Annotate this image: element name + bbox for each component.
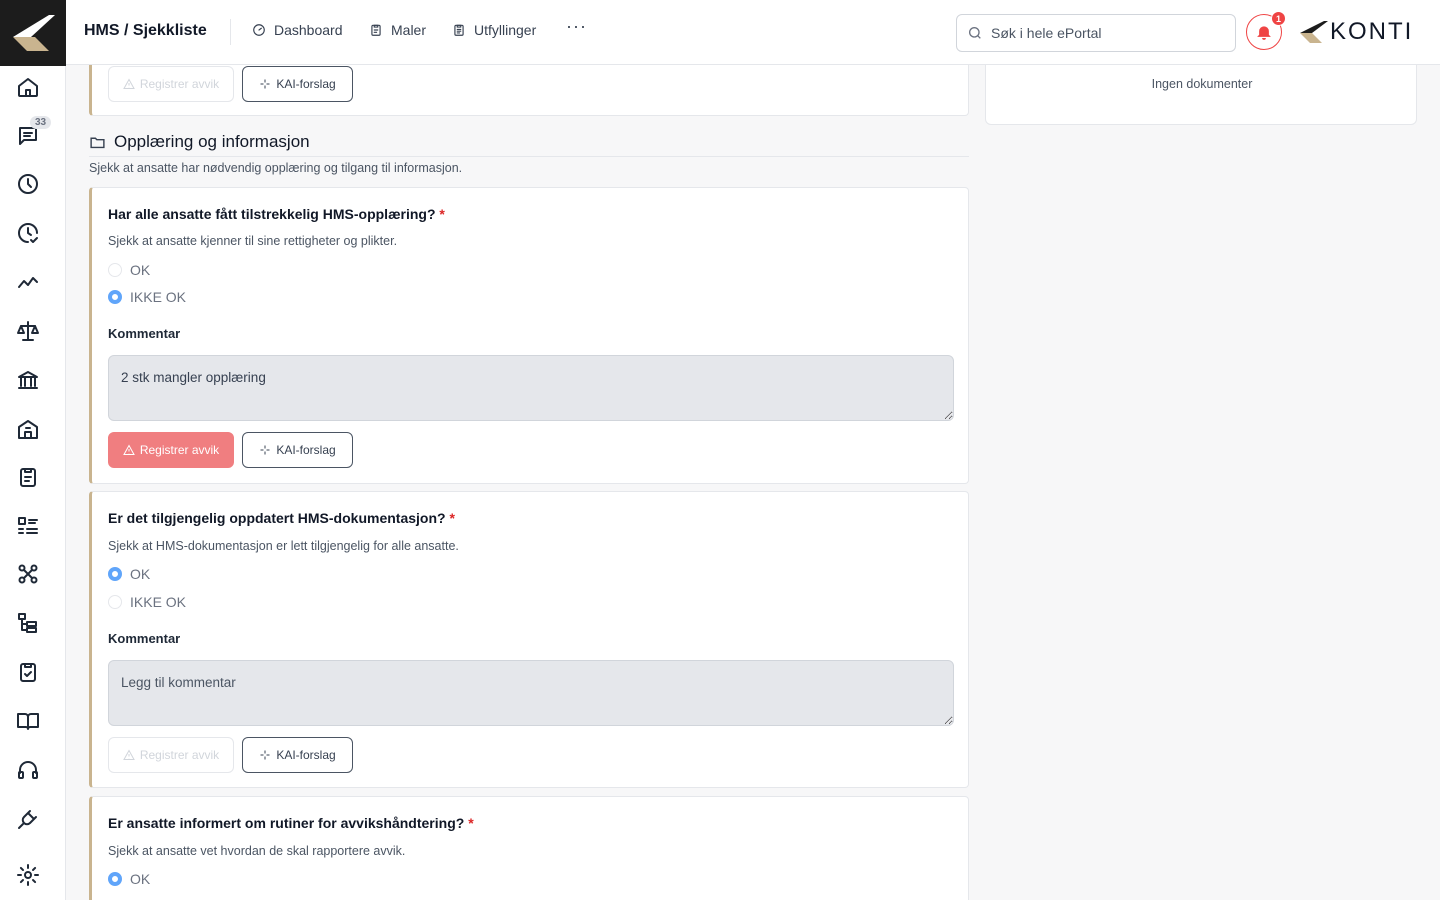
register-deviation-button[interactable]: Registrer avvik <box>108 66 234 102</box>
kai-suggestion-button[interactable]: KAI-forslag <box>242 737 353 773</box>
clipboard-icon[interactable] <box>15 464 41 490</box>
sparkle-icon <box>260 445 270 455</box>
building-icon[interactable] <box>15 416 41 442</box>
register-deviation-button[interactable]: Registrer avvik <box>108 737 234 773</box>
nav-maler[interactable]: Maler <box>369 22 426 38</box>
option-ok[interactable]: OK <box>108 262 150 278</box>
question-card: Er det tilgjengelig oppdatert HMS-dokume… <box>89 491 969 788</box>
sidebar: 33 <box>0 0 66 900</box>
home-icon[interactable] <box>15 74 41 100</box>
section-title: Opplæring og informasjon <box>89 132 310 152</box>
option-not-ok[interactable]: IKKE OK <box>108 289 186 305</box>
documents-empty-text: Ingen dokumenter <box>1151 77 1253 91</box>
question-title: Har alle ansatte fått tilstrekkelig HMS-… <box>108 206 445 222</box>
radio-not-ok-selected[interactable] <box>108 290 122 304</box>
gauge-icon <box>253 24 265 36</box>
search-icon <box>969 27 981 39</box>
konti-logo-icon <box>13 15 55 51</box>
register-deviation-button[interactable]: Registrer avvik <box>108 432 234 468</box>
comment-textarea[interactable] <box>108 660 954 726</box>
option-ok[interactable]: OK <box>108 871 150 887</box>
network-icon[interactable] <box>15 561 41 587</box>
app-logo[interactable] <box>0 0 66 66</box>
warning-icon <box>122 749 135 760</box>
comment-label: Kommentar <box>108 631 181 646</box>
bank-icon[interactable] <box>15 367 41 393</box>
sparkle-icon <box>260 750 270 760</box>
clipboard-icon <box>371 24 381 36</box>
tree-icon[interactable] <box>15 610 41 636</box>
konti-brand-icon <box>1300 21 1328 43</box>
clipboard-check-icon[interactable] <box>15 659 41 685</box>
clock-icon[interactable] <box>15 171 41 197</box>
search-input[interactable] <box>991 25 1221 41</box>
breadcrumb[interactable]: HMS / Sjekkliste <box>84 22 207 40</box>
question-card: Er ansatte informert om rutiner for avvi… <box>89 796 969 900</box>
folder-icon <box>90 137 105 148</box>
comment-textarea[interactable]: 2 stk mangler opplæring <box>108 355 954 421</box>
brand-logo: KONTI <box>1298 18 1413 46</box>
comment-label: Kommentar <box>108 326 181 341</box>
header-divider <box>230 19 231 45</box>
question-title: Er det tilgjengelig oppdatert HMS-dokume… <box>108 510 455 526</box>
question-subtitle: Sjekk at HMS-dokumentasjon er lett tilgj… <box>108 539 459 553</box>
settings-icon[interactable] <box>15 862 41 888</box>
radio-ok[interactable] <box>108 263 122 277</box>
search-box[interactable] <box>956 14 1236 52</box>
kai-suggestion-button[interactable]: KAI-forslag <box>242 432 353 468</box>
nav-utfyllinger[interactable]: Utfyllinger <box>452 22 536 38</box>
plug-icon[interactable] <box>15 806 41 832</box>
notification-count-badge: 1 <box>1271 11 1286 26</box>
trend-icon[interactable] <box>15 269 41 295</box>
option-not-ok[interactable]: IKKE OK <box>108 594 186 610</box>
warning-icon <box>122 78 135 89</box>
clipboard-list-icon <box>454 24 464 36</box>
top-header: HMS / Sjekkliste Dashboard Maler Utfylli… <box>66 0 1440 65</box>
list-icon[interactable] <box>15 513 41 539</box>
radio-not-ok[interactable] <box>108 595 122 609</box>
radio-ok-selected[interactable] <box>108 567 122 581</box>
kai-suggestion-button[interactable]: KAI-forslag <box>242 66 353 102</box>
question-card: Har alle ansatte fått tilstrekkelig HMS-… <box>89 187 969 484</box>
question-subtitle: Sjekk at ansatte vet hvordan de skal rap… <box>108 844 406 858</box>
section-divider <box>89 156 969 157</box>
scale-icon[interactable] <box>15 318 41 344</box>
section-description: Sjekk at ansatte har nødvendig opplæring… <box>89 161 463 175</box>
bell-icon <box>1257 26 1271 40</box>
headset-icon[interactable] <box>15 757 41 783</box>
clock-check-icon[interactable] <box>15 220 41 246</box>
more-menu-icon[interactable]: ··· <box>566 16 587 37</box>
warning-icon <box>122 444 135 455</box>
chat-badge: 33 <box>30 116 52 129</box>
radio-ok-selected[interactable] <box>108 872 122 886</box>
question-title: Er ansatte informert om rutiner for avvi… <box>108 815 474 831</box>
option-ok[interactable]: OK <box>108 566 150 582</box>
sparkle-icon <box>260 79 270 89</box>
book-icon[interactable] <box>15 708 41 734</box>
question-subtitle: Sjekk at ansatte kjenner til sine rettig… <box>108 234 398 248</box>
nav-dashboard[interactable]: Dashboard <box>252 22 343 38</box>
